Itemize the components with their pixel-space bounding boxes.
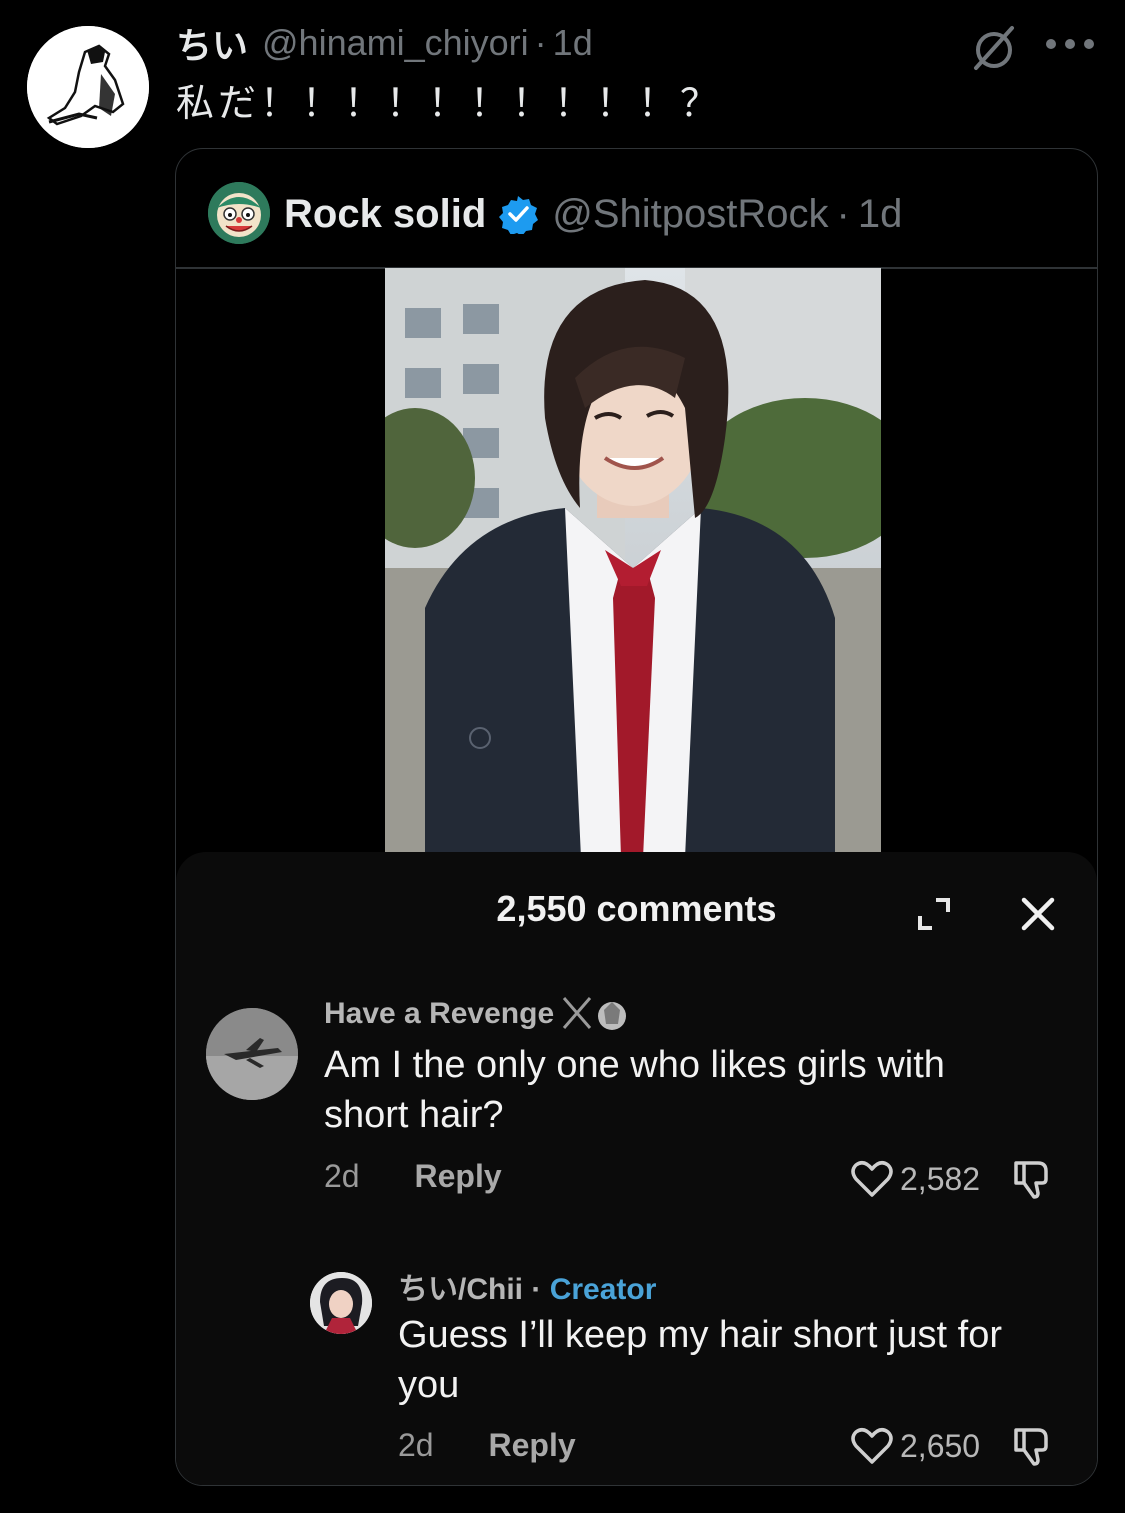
author-avatar[interactable]: [27, 26, 149, 148]
comment-age: 2d: [324, 1158, 360, 1194]
comment-actions: 2,582: [850, 1157, 1054, 1201]
quote-author-handle[interactable]: @ShitpostRock: [552, 192, 828, 237]
quoted-post[interactable]: Rock solid @ShitpostRock · 1d 2,550 comm…: [175, 148, 1098, 1486]
expand-icon[interactable]: [914, 894, 954, 934]
dot: [1046, 39, 1056, 49]
commenter-avatar[interactable]: [206, 1008, 298, 1100]
comments-count-title: 2,550 comments: [496, 888, 777, 929]
separator: ·: [531, 1273, 542, 1306]
username-text: Have a Revenge: [324, 997, 555, 1030]
reply-age: 2d: [398, 1427, 434, 1463]
like-count: 2,650: [900, 1427, 981, 1464]
commenter-username[interactable]: Have a Revenge: [324, 994, 630, 1034]
dislike-icon[interactable]: [1010, 1157, 1054, 1201]
creator-username[interactable]: ちい/Chii: [398, 1273, 523, 1306]
heart-icon[interactable]: [850, 1426, 894, 1466]
reply-button[interactable]: Reply: [414, 1158, 501, 1194]
grok-icon[interactable]: [968, 22, 1020, 74]
creator-badge: Creator: [549, 1273, 657, 1306]
quote-header: Rock solid @ShitpostRock · 1d: [284, 186, 902, 242]
more-icon[interactable]: [1046, 32, 1094, 56]
separator: ·: [836, 191, 850, 236]
dislike-icon[interactable]: [1010, 1424, 1054, 1468]
dot: [1065, 39, 1075, 49]
quote-author-avatar[interactable]: [208, 182, 270, 244]
quote-time[interactable]: 1d: [858, 192, 903, 237]
quote-author-name[interactable]: Rock solid: [284, 192, 486, 237]
tweet-text: 私だ！！！！！！！！！！？: [176, 81, 723, 125]
creator-avatar[interactable]: [310, 1272, 372, 1334]
tweet-time[interactable]: 1d: [553, 22, 593, 64]
author-name[interactable]: ちい: [176, 17, 248, 69]
separator: ·: [534, 22, 547, 63]
heart-icon[interactable]: [850, 1159, 894, 1199]
close-icon[interactable]: [1016, 892, 1060, 936]
comment-meta: 2d Reply: [324, 1158, 502, 1195]
like-count: 2,582: [900, 1160, 981, 1197]
comment-text: Am I the only one who likes girls with s…: [324, 1044, 945, 1136]
creator-username-line: ちい/Chii · Creator: [398, 1264, 656, 1308]
comments-panel: 2,550 comments Have a Revenge Am I the o…: [176, 852, 1097, 1485]
reply-text: Guess I’ll keep my hair short just for y…: [398, 1314, 1002, 1406]
reply-meta: 2d Reply: [398, 1427, 576, 1464]
verified-badge-icon: [499, 196, 539, 234]
dot: [1084, 39, 1094, 49]
reply-button[interactable]: Reply: [488, 1427, 575, 1463]
author-handle[interactable]: @hinami_chiyori: [262, 22, 529, 64]
reply-actions: 2,650: [850, 1424, 1054, 1468]
swords-emoji-icon: [563, 997, 627, 1030]
video-thumbnail[interactable]: [385, 268, 881, 858]
tweet-header: ちい @hinami_chiyori · 1d: [176, 18, 593, 68]
